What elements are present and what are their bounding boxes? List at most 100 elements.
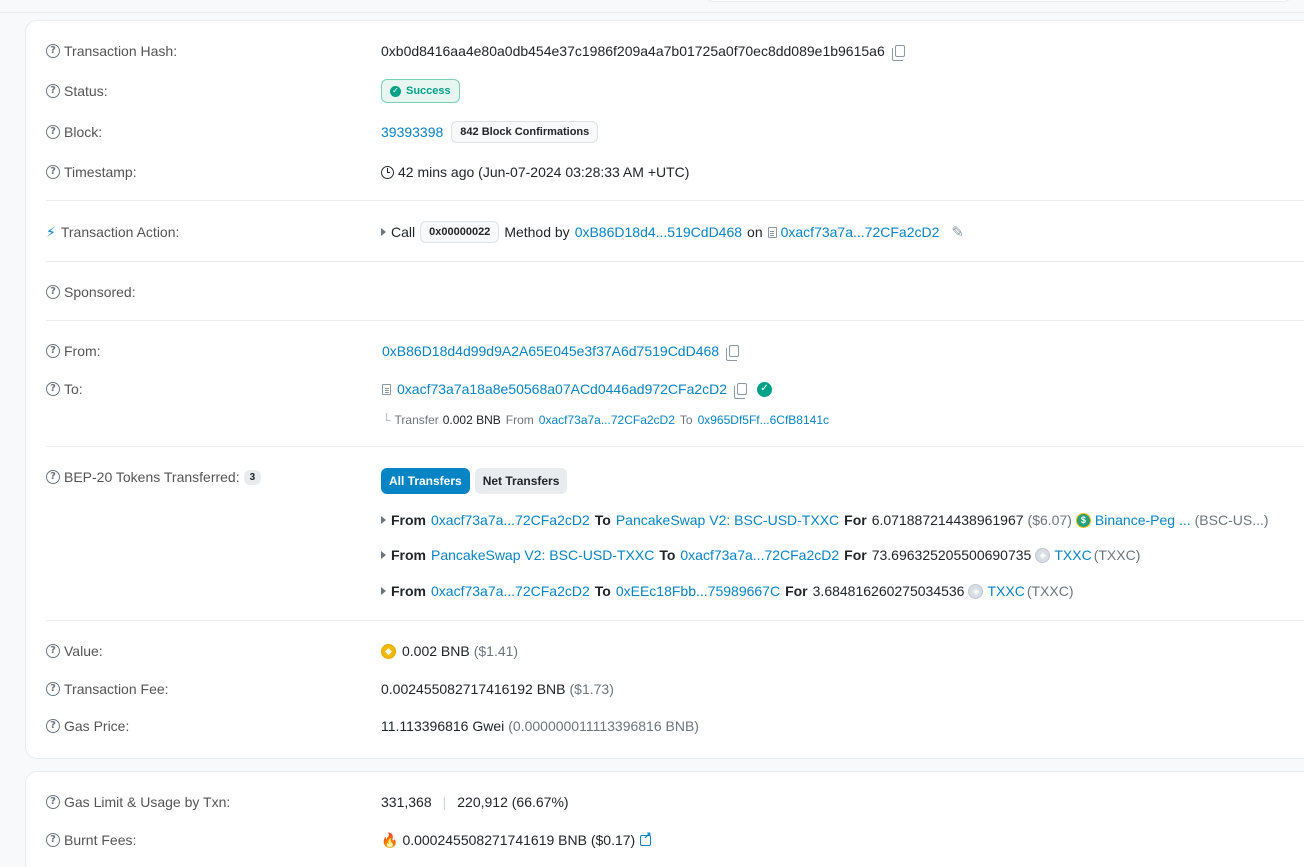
question-icon[interactable]: ? [46,719,60,733]
bnb-icon: ◆ [381,643,396,659]
tx-action-label: ⚡ Transaction Action: [46,224,376,241]
token-count-badge: 3 [243,469,262,485]
status-row: ? Status: ✓ Success [46,79,1304,103]
action-contract-link[interactable]: 0xacf73a7a...72CFa2cD2 [781,224,940,240]
burnt-fees-row: ? Burnt Fees: 🔥 0.000245508271741619 BNB… [46,829,1304,851]
burnt-fees-label-text: Burnt Fees: [64,832,137,848]
lightning-icon: ⚡ [46,223,56,240]
gas-limit-amount: 331,368 [381,794,432,810]
transfer-to-link[interactable]: 0xEEc18Fbb...75989667C [616,583,780,599]
burnt-fees-label: ? Burnt Fees: [46,832,376,848]
tokens-label-text: BEP-20 Tokens Transferred: [64,469,240,485]
caret-right-icon[interactable] [381,551,386,559]
txxc-token-icon: ◈ [968,583,984,599]
divider [46,200,1304,201]
for-word: For [785,583,808,599]
internal-transfer-amount: 0.002 BNB [442,413,501,427]
block-label-text: Block: [64,124,103,140]
contract-file-icon [382,383,391,395]
transfer-from-link[interactable]: PancakeSwap V2: BSC-USD-TXXC [431,547,654,563]
token-link[interactable]: Binance-Peg ... [1095,512,1191,528]
divider [46,446,1304,447]
value-label: ? Value: [46,643,376,659]
internal-transfer-row: └ Transfer 0.002 BNB From 0xacf73a7a...7… [46,409,1304,431]
copy-icon[interactable] [726,345,740,361]
transfer-to-link[interactable]: PancakeSwap V2: BSC-USD-TXXC [616,512,839,528]
from-address-link[interactable]: 0xB86D18d4d99d9A2A65E045e3f37A6d7519CdD4… [382,343,719,359]
block-confirmations-badge: 842 Block Confirmations [451,121,599,143]
transfer-from-link[interactable]: 0xacf73a7a...72CFa2cD2 [431,583,590,599]
question-icon[interactable]: ? [46,470,60,484]
caret-right-icon[interactable] [381,516,386,524]
method-id-badge: 0x00000022 [420,221,500,243]
token-link[interactable]: TXXC [987,583,1024,599]
pencil-icon[interactable]: ✎ [951,223,964,241]
from-row: ? From: 0xB86D18d4d99d9A2A65E045e3f37A6d… [46,340,1304,362]
question-icon[interactable]: ? [46,644,60,658]
question-icon[interactable]: ? [46,84,60,98]
search-bar-edge[interactable] [705,0,1292,2]
token-symbol: (BSC-US...) [1194,512,1269,528]
tx-hash-label: ? Transaction Hash: [46,43,376,59]
to-word: To [594,512,611,528]
gas-used-amount: 220,912 (66.67%) [457,794,569,810]
question-icon[interactable]: ? [46,833,60,847]
status-label: ? Status: [46,83,376,99]
check-circle-icon: ✓ [390,85,401,97]
gas-limit-row: ? Gas Limit & Usage by Txn: 331,368 | 22… [46,791,1304,813]
tab-net-transfers[interactable]: Net Transfers [474,468,568,494]
transfer-amount: 73.696325205500690735 [871,547,1032,563]
fee-amount: 0.002455082717416192 BNB [381,681,566,697]
question-icon[interactable]: ? [46,165,60,179]
question-icon[interactable]: ? [46,382,60,396]
action-sender-link[interactable]: 0xB86D18d4...519CdD468 [575,224,742,240]
from-word: From [391,547,426,563]
token-transfer: From 0xacf73a7a...72CFa2cD2 To 0xEEc18Fb… [381,583,1073,599]
sponsored-row: ? Sponsored: [46,281,1304,303]
token-link[interactable]: TXXC [1054,547,1091,563]
internal-to-word: To [679,413,693,427]
to-label: ? To: [46,381,376,397]
copy-icon[interactable] [734,383,748,399]
gas-price-value: 11.113396816 Gwei (0.000000011113396816 … [381,718,699,734]
timestamp-label-text: Timestamp: [64,164,137,180]
internal-transfer-prefix: Transfer [394,413,439,427]
transfer-amount: 3.684816260275034536 [812,583,965,599]
transfer-amount: 6.071887214438961967 [871,512,1024,528]
status-value: ✓ Success [381,79,460,103]
transfer-from-link[interactable]: 0xacf73a7a...72CFa2cD2 [431,512,590,528]
internal-to-link[interactable]: 0x965Df5Ff...6CfB8141c [698,413,829,427]
caret-right-icon[interactable] [381,228,386,236]
fee-value: 0.002455082717416192 BNB ($1.73) [381,681,614,697]
tx-action-row: ⚡ Transaction Action: Call 0x00000022 Me… [46,221,1304,243]
question-icon[interactable]: ? [46,344,60,358]
tab-all-transfers[interactable]: All Transfers [381,468,470,494]
gas-limit-value: 331,368 | 220,912 (66.67%) [381,794,569,810]
burnt-fees-amount: 0.000245508271741619 BNB ($0.17) [402,832,636,848]
divider [46,261,1304,262]
question-icon[interactable]: ? [46,682,60,696]
external-link-icon[interactable] [640,831,652,846]
from-word: From [391,512,426,528]
question-icon[interactable]: ? [46,285,60,299]
transaction-overview-card: ? Transaction Hash: 0xb0d8416aa4e80a0db4… [25,20,1304,759]
internal-from-link[interactable]: 0xacf73a7a...72CFa2cD2 [539,413,675,427]
question-icon[interactable]: ? [46,125,60,139]
block-row: ? Block: 39393398 842 Block Confirmation… [46,121,1304,143]
gas-details-card: ? Gas Limit & Usage by Txn: 331,368 | 22… [25,771,1304,867]
question-icon[interactable]: ? [46,44,60,58]
transfer-to-link[interactable]: 0xacf73a7a...72CFa2cD2 [680,547,839,563]
caret-right-icon[interactable] [381,587,386,595]
transfer-tabs: All Transfers Net Transfers [381,468,568,494]
to-address-link[interactable]: 0xacf73a7a18a8e50568a07ACd0446ad972CFa2c… [397,381,727,397]
status-label-text: Status: [64,83,108,99]
gas-price-amount: 11.113396816 Gwei [381,718,505,734]
block-number-link[interactable]: 39393398 [381,124,443,140]
to-value: 0xacf73a7a18a8e50568a07ACd0446ad972CFa2c… [382,381,773,399]
gas-price-label-text: Gas Price: [64,718,130,734]
tx-hash-value: 0xb0d8416aa4e80a0db454e37c1986f209a4a7b0… [381,43,905,61]
question-icon[interactable]: ? [46,795,60,809]
token-transfer: From 0xacf73a7a...72CFa2cD2 To PancakeSw… [381,512,1269,528]
gas-price-label: ? Gas Price: [46,718,376,734]
copy-icon[interactable] [891,45,905,61]
